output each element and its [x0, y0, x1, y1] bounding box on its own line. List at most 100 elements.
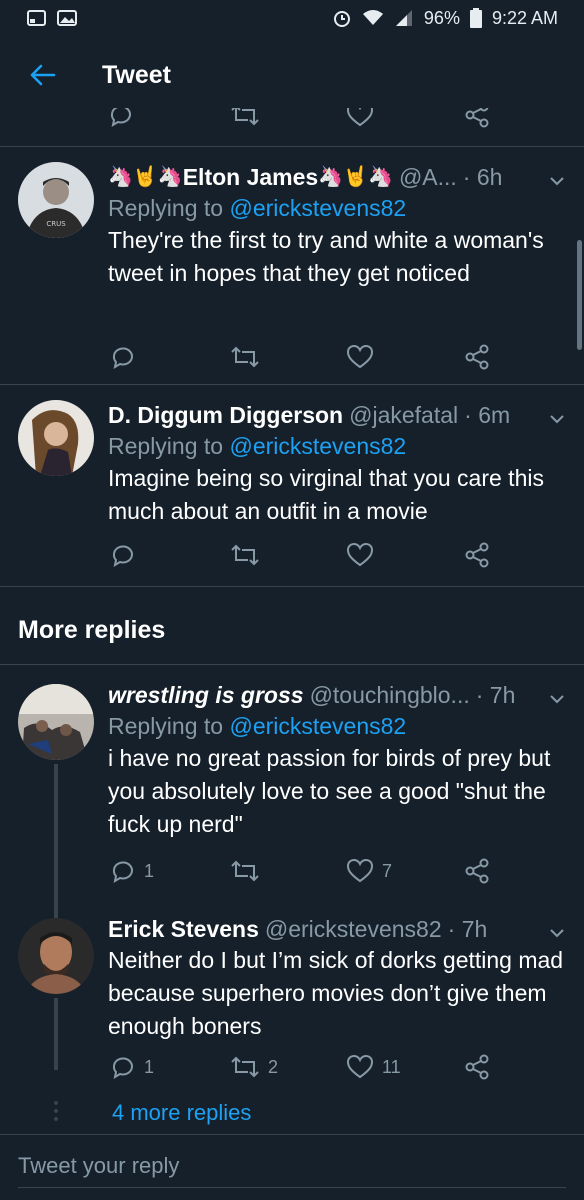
retweet-icon	[231, 346, 259, 368]
retweet-button[interactable]	[230, 344, 260, 370]
replying-to-link[interactable]: @erickstevens82	[229, 713, 406, 739]
avatar-image: CRUS	[18, 162, 94, 238]
more-replies-heading: More replies	[18, 616, 166, 644]
replying-to-link[interactable]: @erickstevens82	[229, 433, 406, 459]
retweet-icon	[231, 544, 259, 566]
tweet-body: wrestling is gross @touchingblo... · 7h …	[108, 680, 566, 841]
replying-prefix: Replying to	[108, 195, 230, 221]
reply-button[interactable]: 1	[110, 858, 154, 884]
share-button[interactable]	[464, 1054, 490, 1080]
like-button[interactable]: 7	[346, 858, 392, 884]
status-left	[26, 8, 78, 28]
tweet-text: Imagine being so virginal that you care …	[108, 465, 544, 524]
tweet[interactable]: CRUS 🦄🤘🦄 Elton James 🦄🤘🦄 @A... · 6h Repl…	[0, 146, 584, 384]
like-icon	[346, 542, 374, 567]
tweet-body: Erick Stevens @erickstevens82 · 7h Neith…	[108, 914, 566, 1043]
replying-to: Replying to @erickstevens82	[108, 192, 566, 224]
emoji-decoration: 🦄🤘🦄	[108, 166, 183, 188]
tweet[interactable]: wrestling is gross @touchingblo... · 7h …	[0, 664, 584, 904]
chevron-down-icon[interactable]	[548, 924, 566, 942]
reply-icon[interactable]	[108, 108, 134, 128]
timestamp: · 6h	[462, 164, 503, 190]
reply-composer: Tweet your reply	[0, 1134, 584, 1200]
handle[interactable]: @jakefatal	[349, 400, 458, 430]
like-count: 11	[382, 1056, 401, 1077]
retweet-count: 2	[268, 1056, 279, 1077]
chevron-down-icon[interactable]	[548, 410, 566, 428]
reply-count: 1	[144, 860, 155, 881]
reply-button[interactable]	[110, 542, 136, 568]
chevron-down-icon[interactable]	[548, 172, 566, 190]
replying-prefix: Replying to	[108, 713, 230, 739]
share-icon	[465, 542, 489, 568]
avatar-image	[18, 684, 94, 760]
tweet-body: D. Diggum Diggerson @jakefatal · 6m Repl…	[108, 400, 566, 528]
like-count: 7	[382, 860, 393, 881]
share-button[interactable]	[464, 858, 490, 884]
share-icon	[465, 344, 489, 370]
previous-tweet-actions	[0, 108, 584, 130]
tweet[interactable]: D. Diggum Diggerson @jakefatal · 6m Repl…	[0, 384, 584, 586]
share-button[interactable]	[464, 344, 490, 370]
retweet-icon[interactable]	[230, 108, 260, 128]
chevron-down-icon[interactable]	[548, 690, 566, 708]
reply-input[interactable]: Tweet your reply	[18, 1153, 179, 1179]
like-button[interactable]: 11	[346, 1054, 401, 1080]
replying-to: Replying to @erickstevens82	[108, 430, 566, 462]
reply-button[interactable]	[110, 344, 136, 370]
share-icon[interactable]	[464, 108, 490, 128]
retweet-button[interactable]	[230, 858, 268, 884]
back-button[interactable]	[0, 36, 84, 114]
battery-icon	[469, 8, 482, 28]
handle[interactable]: @touchingblo...	[310, 680, 470, 710]
avatar-image	[18, 918, 94, 994]
like-button[interactable]	[346, 344, 374, 370]
thread-dots	[54, 1101, 58, 1121]
back-arrow-icon	[30, 64, 56, 86]
avatar[interactable]	[18, 400, 94, 476]
reply-icon	[112, 1057, 133, 1080]
avatar[interactable]: CRUS	[18, 162, 94, 238]
tweet-body: 🦄🤘🦄 Elton James 🦄🤘🦄 @A... · 6h Replying …	[108, 162, 566, 290]
display-name[interactable]: D. Diggum Diggerson	[108, 400, 343, 430]
retweet-button[interactable]	[230, 542, 260, 568]
timestamp: · 7h	[475, 682, 516, 708]
scrollbar[interactable]	[577, 240, 582, 350]
replying-to: Replying to @erickstevens82	[108, 710, 566, 742]
avatar[interactable]	[18, 918, 94, 994]
like-icon	[346, 1054, 374, 1079]
divider	[0, 586, 584, 587]
display-name[interactable]: Elton James	[183, 162, 319, 192]
handle[interactable]: @erickstevens82	[265, 914, 442, 944]
status-bar: 96% 9:22 AM	[0, 0, 584, 36]
reply-button[interactable]: 1	[110, 1054, 154, 1080]
share-button[interactable]	[464, 542, 490, 568]
replying-to-link[interactable]: @erickstevens82	[229, 195, 406, 221]
cast-icon	[27, 10, 46, 26]
display-name[interactable]: wrestling is gross	[108, 680, 304, 710]
tweet-actions	[108, 542, 498, 570]
reply-input-underline	[18, 1187, 566, 1188]
tweet-header: wrestling is gross @touchingblo... · 7h	[108, 680, 566, 710]
status-right: 96% 9:22 AM	[332, 8, 558, 29]
tweet[interactable]: Erick Stevens @erickstevens82 · 7h Neith…	[0, 904, 584, 1094]
share-icon	[465, 858, 489, 884]
alarm-icon	[333, 11, 350, 27]
gallery-icon	[57, 10, 77, 26]
like-button[interactable]	[346, 542, 374, 568]
like-icon[interactable]	[346, 108, 374, 128]
battery-percent: 96%	[423, 7, 460, 28]
wifi-icon	[362, 10, 383, 25]
retweet-button[interactable]: 2	[230, 1054, 278, 1080]
handle[interactable]: @A...	[399, 162, 457, 192]
retweet-icon	[231, 1056, 259, 1078]
reply-icon	[112, 545, 133, 568]
display-name[interactable]: Erick Stevens	[108, 914, 259, 944]
clock: 9:22 AM	[491, 7, 558, 28]
avatar[interactable]	[18, 684, 94, 760]
timestamp: · 6m	[464, 402, 511, 428]
avatar-image	[18, 400, 94, 476]
more-replies-link[interactable]: 4 more replies	[112, 1100, 251, 1126]
app-bar: Tweet	[0, 36, 584, 114]
tweet-actions	[108, 344, 498, 372]
